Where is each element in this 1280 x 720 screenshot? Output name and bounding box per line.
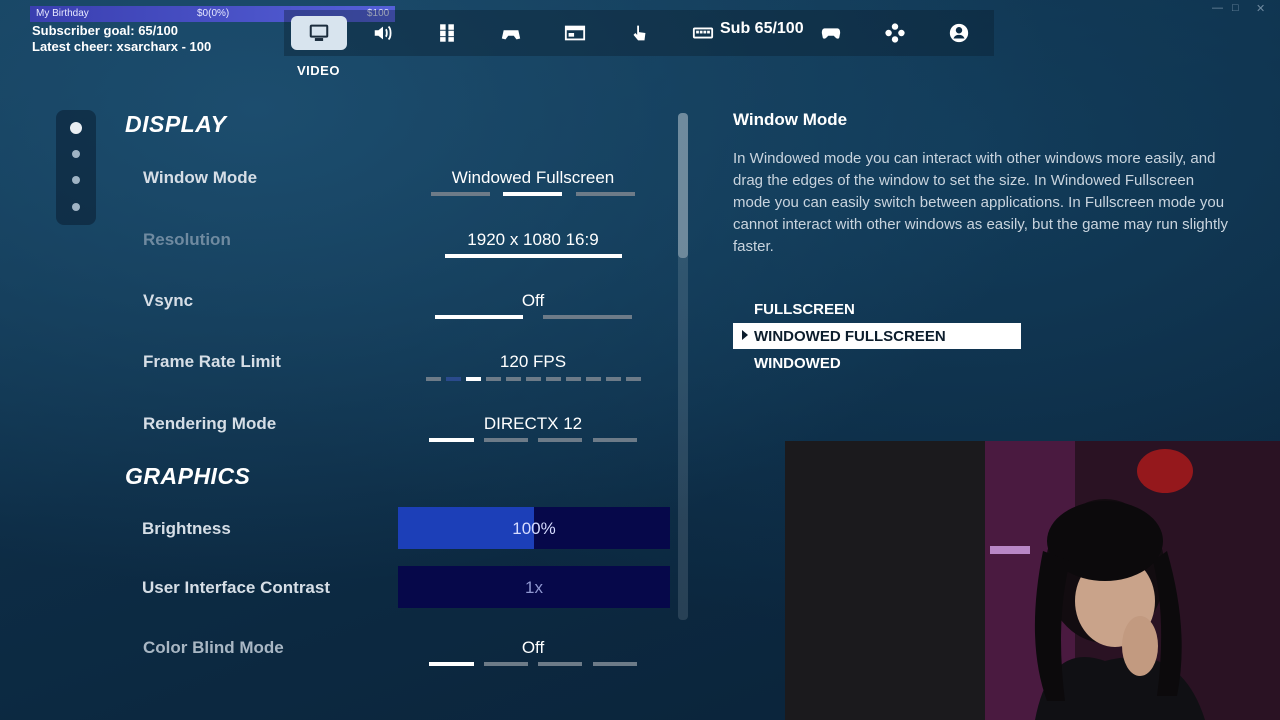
maximize-icon[interactable]: □ xyxy=(1232,2,1239,14)
settings-scroll-thumb[interactable] xyxy=(678,113,688,258)
active-tab-label: VIDEO xyxy=(297,63,340,78)
rendering-mode-segment xyxy=(484,438,528,442)
pager-dot[interactable] xyxy=(72,176,80,184)
frame-rate-segment xyxy=(506,377,521,381)
tab-video[interactable] xyxy=(291,16,347,50)
tab-game[interactable] xyxy=(483,16,539,50)
rendering-mode-segment xyxy=(538,438,582,442)
color-blind-segment xyxy=(484,662,528,666)
option-label: WINDOWED FULLSCREEN xyxy=(754,328,946,345)
window-mode-value[interactable]: Windowed Fullscreen xyxy=(413,168,653,188)
keyboard-icon xyxy=(692,27,714,39)
latest-cheer: Latest cheer: xsarcharx - 100 xyxy=(32,39,212,54)
frame-rate-limit-value[interactable]: 120 FPS xyxy=(413,352,653,372)
frame-rate-segment xyxy=(486,377,501,381)
brightness-value: 100% xyxy=(512,519,556,538)
dpad-icon xyxy=(885,23,905,43)
pager-dot[interactable] xyxy=(72,203,80,211)
option-label: FULLSCREEN xyxy=(754,301,855,318)
option-windowed-fullscreen[interactable]: WINDOWED FULLSCREEN xyxy=(733,323,1021,349)
rendering-mode-segment xyxy=(593,438,637,442)
ui-contrast-slider[interactable]: 1x xyxy=(398,566,670,608)
option-windowed[interactable]: WINDOWED xyxy=(733,350,1021,376)
pager-dot[interactable] xyxy=(72,150,80,158)
tab-accessibility[interactable] xyxy=(419,16,475,50)
color-blind-mode-label: Color Blind Mode xyxy=(143,638,284,657)
ui-contrast-value: 1x xyxy=(525,578,543,597)
description-body: In Windowed mode you can interact with o… xyxy=(733,150,1228,255)
goal-current: $0(0%) xyxy=(197,8,230,19)
vsync-label: Vsync xyxy=(143,291,194,310)
goal-title: My Birthday xyxy=(36,8,89,19)
color-blind-mode-value[interactable]: Off xyxy=(413,638,653,658)
subscriber-goal: Subscriber goal: 65/100 xyxy=(32,23,178,38)
ui-contrast-label: User Interface Contrast xyxy=(142,578,331,597)
brightness-slider[interactable]: 100% xyxy=(398,507,670,549)
vsync-value[interactable]: Off xyxy=(413,291,653,311)
close-icon[interactable]: ✕ xyxy=(1256,2,1265,15)
color-blind-segment xyxy=(429,662,474,666)
sub-counter: Sub 65/100 xyxy=(720,20,804,37)
resolution-segment xyxy=(445,254,622,258)
option-fullscreen[interactable]: FULLSCREEN xyxy=(733,296,1021,322)
frame-rate-segment xyxy=(526,377,541,381)
frame-rate-segment xyxy=(446,377,461,381)
window-mode-segment xyxy=(503,192,562,196)
frame-rate-segment xyxy=(426,377,441,381)
accessibility-grid-icon xyxy=(440,24,454,42)
tab-controller-binds[interactable] xyxy=(867,16,923,50)
description-title: Window Mode xyxy=(733,110,848,129)
window-layout-icon xyxy=(564,25,586,41)
touch-icon xyxy=(633,25,646,41)
section-pager xyxy=(56,110,96,225)
frame-rate-limit-label: Frame Rate Limit xyxy=(143,352,281,371)
minimize-icon[interactable]: — xyxy=(1212,2,1223,14)
webcam-overlay xyxy=(785,441,1280,720)
vsync-segment xyxy=(435,315,523,319)
section-graphics-heading: GRAPHICS xyxy=(125,463,251,489)
tab-hud[interactable] xyxy=(547,16,603,50)
webcam-image xyxy=(785,441,1280,720)
settings-tab-bar xyxy=(284,10,994,56)
speaker-icon xyxy=(374,25,392,41)
resolution-label: Resolution xyxy=(143,230,231,249)
window-mode-label: Window Mode xyxy=(143,168,258,187)
frame-rate-segment xyxy=(606,377,621,381)
tab-account[interactable] xyxy=(931,16,987,50)
account-icon xyxy=(949,23,969,43)
gamepad-icon xyxy=(821,28,841,39)
brightness-label: Brightness xyxy=(142,519,231,538)
frame-rate-segment xyxy=(466,377,481,381)
frame-rate-segment xyxy=(546,377,561,381)
option-label: WINDOWED xyxy=(754,355,841,372)
frame-rate-segment xyxy=(626,377,641,381)
frame-rate-segment xyxy=(566,377,581,381)
frame-rate-segment xyxy=(586,377,601,381)
color-blind-segment xyxy=(538,662,582,666)
tab-audio[interactable] xyxy=(355,16,411,50)
vsync-segment xyxy=(543,315,632,319)
rendering-mode-value[interactable]: DIRECTX 12 xyxy=(413,414,653,434)
section-display-heading: DISPLAY xyxy=(125,111,227,137)
resolution-value[interactable]: 1920 x 1080 16:9 xyxy=(413,230,653,250)
pager-dot[interactable] xyxy=(70,122,82,134)
monitor-icon xyxy=(309,24,329,41)
rendering-mode-label: Rendering Mode xyxy=(143,414,277,433)
tab-controller[interactable] xyxy=(803,16,859,50)
selected-arrow-icon xyxy=(742,330,748,340)
window-mode-segment xyxy=(431,192,490,196)
settings-scrollbar[interactable] xyxy=(678,113,688,620)
rendering-mode-segment xyxy=(429,438,474,442)
color-blind-segment xyxy=(593,662,637,666)
tab-touch[interactable] xyxy=(611,16,667,50)
controller-settings-icon xyxy=(501,30,521,40)
window-mode-segment xyxy=(576,192,635,196)
